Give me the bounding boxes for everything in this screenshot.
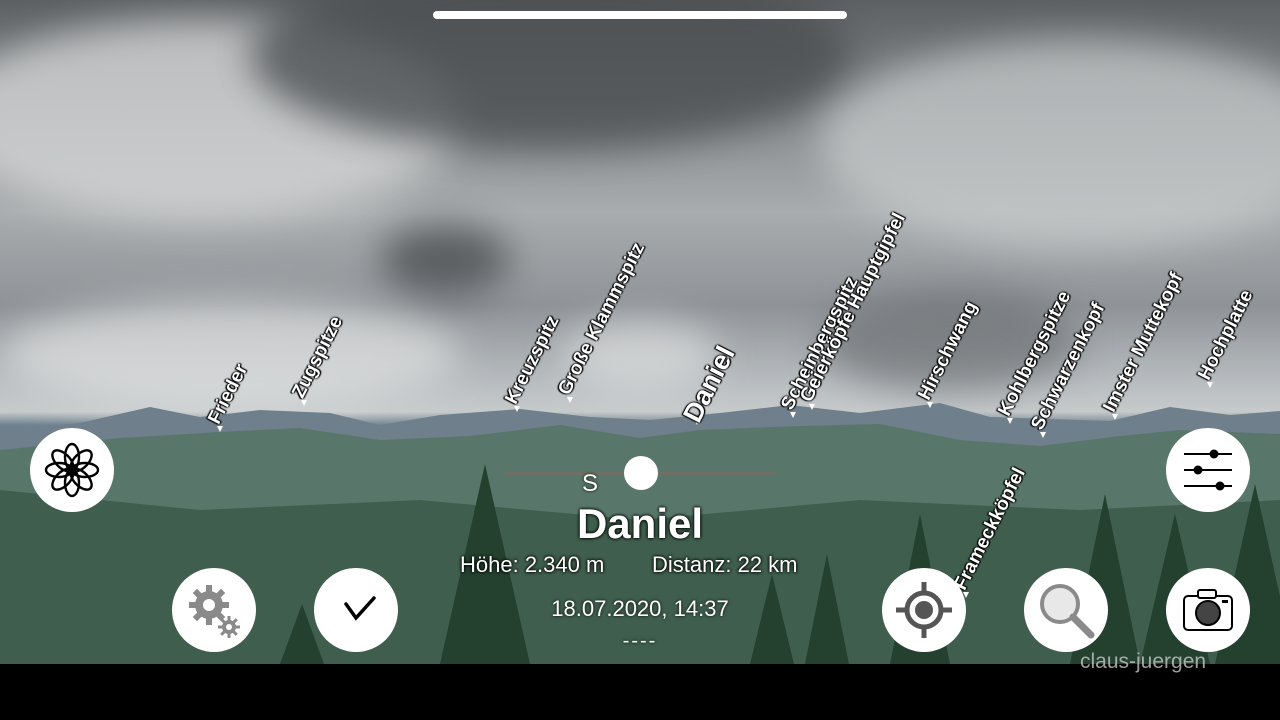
watermark: claus-juergen <box>1080 650 1207 673</box>
home-indicator[interactable] <box>433 11 847 19</box>
clock-icon <box>344 596 376 621</box>
peak-height: Höhe: 2.340 m <box>460 552 605 577</box>
camera-icon <box>1183 589 1233 631</box>
sliders-icon <box>1184 449 1232 491</box>
menu-button[interactable] <box>30 428 114 512</box>
magnifier-icon <box>1040 584 1095 639</box>
cloud <box>380 225 510 295</box>
crosshair-icon <box>896 582 952 638</box>
compass-slider-knob[interactable] <box>624 456 658 490</box>
compass-direction: S <box>582 470 599 497</box>
peak-distance: Distanz: 22 km <box>652 552 798 577</box>
locate-button[interactable] <box>882 568 966 652</box>
filter-button[interactable] <box>1166 428 1250 512</box>
flower-icon <box>44 442 100 498</box>
time-button[interactable] <box>314 568 398 652</box>
camera-button[interactable] <box>1166 568 1250 652</box>
selected-peak-name: Daniel <box>576 500 704 547</box>
search-button[interactable] <box>1024 568 1108 652</box>
gear-icon <box>189 585 240 638</box>
settings-button[interactable] <box>172 568 256 652</box>
